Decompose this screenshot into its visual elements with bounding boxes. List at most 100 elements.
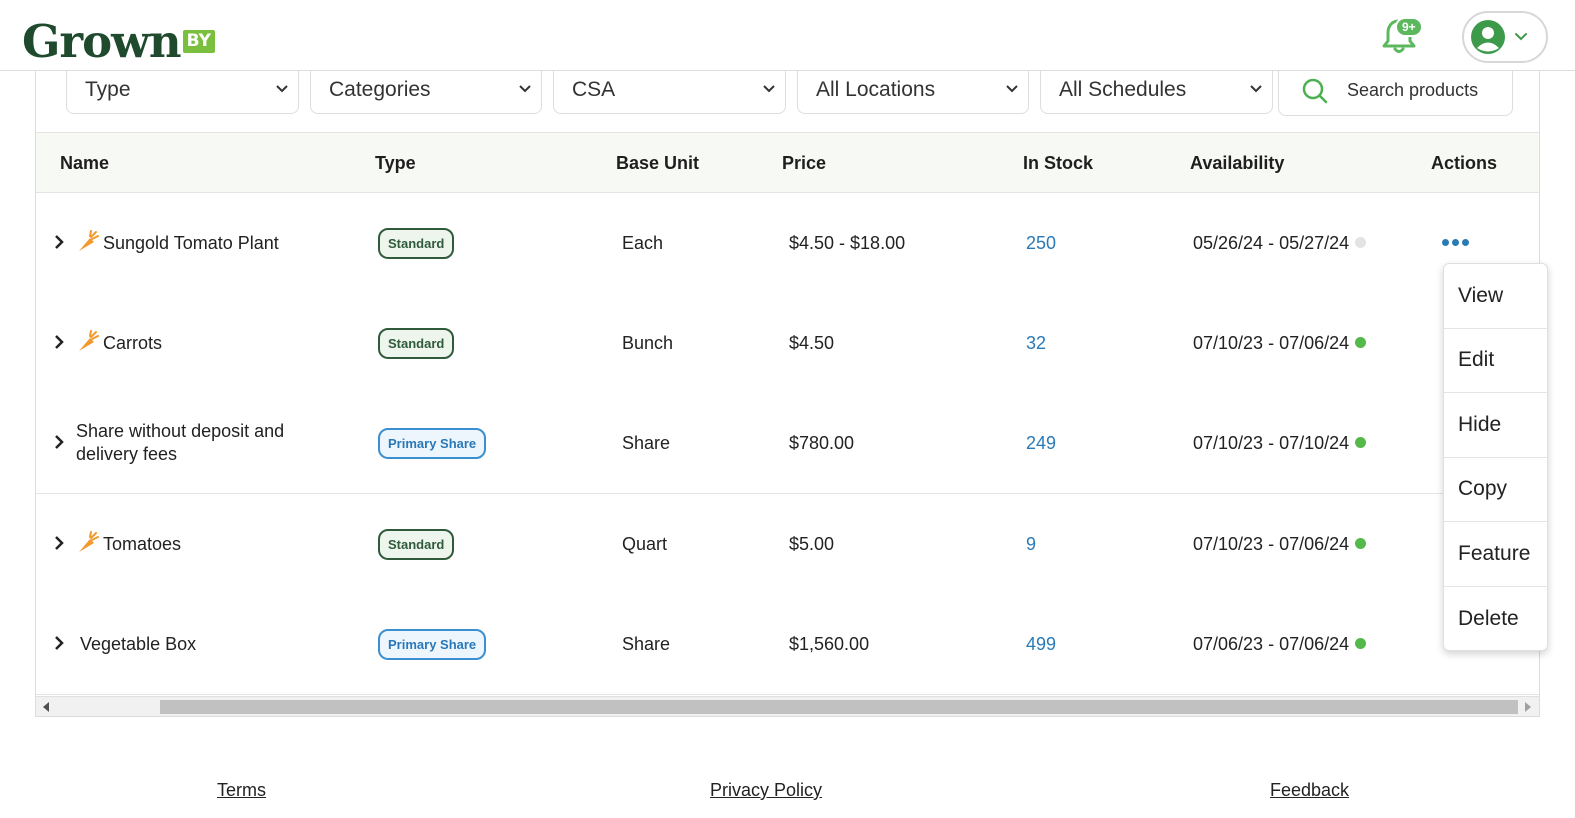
price: $4.50 - $18.00 (789, 233, 906, 253)
status-dot (1355, 437, 1367, 448)
carrot-icon (79, 330, 99, 351)
base-unit: Each (622, 233, 664, 253)
schedules-filter-select[interactable]: All Schedules (1040, 66, 1273, 114)
app-header: Grown BY 9+ (0, 0, 1575, 71)
locations-filter-select[interactable]: All Locations (797, 66, 1029, 114)
terms-link[interactable]: Terms (217, 780, 266, 801)
search-products-input[interactable]: Search products (1278, 66, 1513, 116)
chevron-down-icon (763, 85, 775, 93)
scroll-left-icon[interactable] (43, 702, 49, 712)
in-stock-link[interactable]: 499 (1026, 634, 1056, 655)
categories-filter-label: Categories (329, 77, 431, 101)
menu-item-copy[interactable]: Copy (1444, 458, 1547, 522)
categories-filter-select[interactable]: Categories (310, 66, 542, 114)
carrot-icon (79, 230, 99, 251)
dot (1442, 238, 1449, 246)
logo-suffix: BY (182, 30, 215, 53)
grownby-logo[interactable]: Grown BY (22, 8, 215, 64)
chevron-right-icon[interactable] (52, 433, 66, 451)
availability: 05/26/24 - 05/27/24 (1193, 233, 1367, 254)
type-badge: Primary Share (378, 629, 487, 660)
search-icon (1302, 78, 1328, 103)
type-badge: Standard (378, 228, 455, 259)
logo-word: Grown (22, 15, 182, 68)
horizontal-scrollbar[interactable] (36, 696, 1539, 716)
product-name[interactable]: Carrots (103, 333, 162, 354)
privacy-policy-link[interactable]: Privacy Policy (710, 780, 822, 801)
in-stock-link[interactable]: 32 (1026, 333, 1046, 354)
availability: 07/10/23 - 07/06/24 (1193, 534, 1367, 555)
chevron-right-icon[interactable] (52, 634, 66, 652)
in-stock-link[interactable]: 250 (1026, 233, 1056, 254)
availability-dates: 07/10/23 - 07/06/24 (1193, 534, 1350, 554)
feedback-link[interactable]: Feedback (1270, 780, 1349, 801)
dot (1462, 238, 1469, 246)
type-badge: Standard (378, 328, 455, 359)
csa-filter-label: CSA (572, 77, 616, 101)
base-unit: Bunch (622, 333, 674, 353)
availability-dates: 07/06/23 - 07/06/24 (1193, 634, 1350, 654)
column-header-price[interactable]: Price (782, 153, 826, 174)
actions-menu: View Edit Hide Copy Feature Delete (1443, 263, 1548, 651)
availability-dates: 05/26/24 - 05/27/24 (1193, 233, 1350, 253)
product-name[interactable]: Share without deposit and delivery fees (76, 420, 336, 466)
chevron-down-icon (1515, 33, 1527, 41)
chevron-right-icon[interactable] (52, 534, 66, 552)
availability: 07/10/23 - 07/06/24 (1193, 333, 1367, 354)
availability-dates: 07/10/23 - 07/06/24 (1193, 333, 1350, 353)
menu-item-view[interactable]: View (1444, 264, 1547, 329)
column-header-availability[interactable]: Availability (1190, 153, 1284, 174)
column-header-in-stock[interactable]: In Stock (1023, 153, 1093, 174)
csa-filter-select[interactable]: CSA (553, 66, 786, 114)
table-row[interactable]: Share without deposit and delivery fees … (36, 393, 1539, 494)
chevron-down-icon (519, 85, 531, 93)
user-avatar-icon (1471, 20, 1505, 54)
in-stock-link[interactable]: 249 (1026, 433, 1056, 454)
column-header-type[interactable]: Type (375, 153, 416, 174)
menu-item-edit[interactable]: Edit (1444, 329, 1547, 393)
chevron-down-icon (1006, 85, 1018, 93)
chevron-down-icon (276, 85, 288, 93)
schedules-filter-label: All Schedules (1059, 77, 1187, 101)
price: $4.50 (789, 333, 835, 353)
price: $5.00 (789, 534, 835, 554)
status-dot (1355, 337, 1367, 348)
column-header-actions: Actions (1431, 153, 1498, 173)
product-name[interactable]: Vegetable Box (80, 634, 196, 655)
status-dot (1355, 237, 1367, 248)
table-header: Name Type Base Unit Price In Stock Avail… (36, 132, 1539, 193)
type-badge: Primary Share (378, 428, 487, 459)
search-placeholder: Search products (1347, 80, 1479, 100)
type-filter-select[interactable]: Type (66, 66, 299, 114)
price: $780.00 (789, 433, 855, 453)
status-dot (1355, 538, 1367, 549)
notification-badge: 9+ (1395, 17, 1423, 37)
availability-dates: 07/10/23 - 07/10/24 (1193, 433, 1350, 453)
user-menu-button[interactable] (1462, 11, 1548, 63)
chevron-right-icon[interactable] (52, 333, 66, 351)
table-row[interactable]: Carrots Standard Bunch $4.50 32 07/10/23… (36, 293, 1539, 394)
menu-item-hide[interactable]: Hide (1444, 393, 1547, 458)
column-header-base-unit[interactable]: Base Unit (616, 153, 699, 174)
type-badge: Standard (378, 529, 455, 560)
table-row[interactable]: Tomatoes Standard Quart $5.00 9 07/10/23… (36, 494, 1539, 595)
price: $1,560.00 (789, 634, 870, 654)
availability: 07/10/23 - 07/10/24 (1193, 433, 1367, 454)
base-unit: Quart (622, 534, 668, 554)
menu-item-delete[interactable]: Delete (1444, 587, 1547, 652)
in-stock-link[interactable]: 9 (1026, 534, 1036, 555)
scroll-right-icon[interactable] (1525, 702, 1531, 712)
table-row[interactable]: Sungold Tomato Plant Standard Each $4.50… (36, 193, 1539, 294)
more-actions-icon[interactable] (1442, 235, 1472, 249)
product-name[interactable]: Sungold Tomato Plant (103, 233, 279, 254)
scrollbar-thumb[interactable] (160, 700, 1518, 714)
locations-filter-label: All Locations (816, 77, 936, 101)
table-row[interactable]: Vegetable Box Primary Share Share $1,560… (36, 594, 1539, 695)
base-unit: Share (622, 433, 671, 453)
product-name[interactable]: Tomatoes (103, 534, 181, 555)
column-header-name[interactable]: Name (60, 153, 109, 174)
menu-item-feature[interactable]: Feature (1444, 522, 1547, 587)
chevron-down-icon (1250, 85, 1262, 93)
carrot-icon (79, 531, 99, 552)
chevron-right-icon[interactable] (52, 233, 66, 251)
